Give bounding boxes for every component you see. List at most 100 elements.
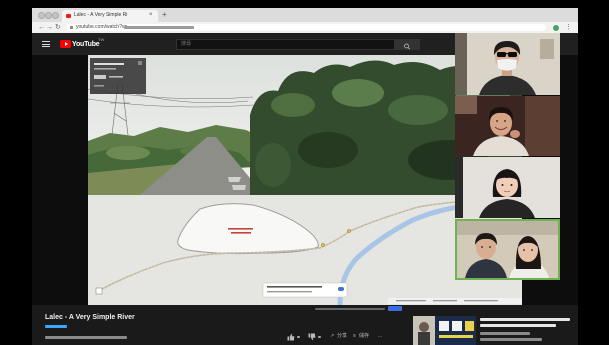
- participant-video: [457, 221, 558, 278]
- thumbnail-caption: [439, 335, 473, 338]
- share-button[interactable]: 分享: [337, 333, 347, 340]
- search-icon-lens: [404, 43, 409, 49]
- browser-menu-icon[interactable]: ⋮: [565, 23, 572, 32]
- panel-menu-icon[interactable]: [138, 61, 142, 65]
- thumbnail-glyph: [465, 321, 474, 331]
- wall-panel: [525, 96, 560, 156]
- tab-close-icon[interactable]: ×: [149, 11, 153, 19]
- back-button[interactable]: ←: [38, 23, 45, 32]
- new-tab-button[interactable]: +: [162, 10, 167, 20]
- caption-badge[interactable]: [388, 306, 402, 311]
- youtube-logo-text[interactable]: YouTube: [72, 40, 100, 49]
- thumbnail-figure-body: [418, 332, 430, 345]
- hamburger-icon-line: [42, 43, 50, 45]
- bush-highlight: [106, 146, 150, 160]
- blurred-text: [464, 300, 498, 302]
- blurred-text: [267, 291, 312, 293]
- blurred-url-rest: [124, 26, 194, 29]
- wall-frame: [540, 39, 554, 59]
- thumbnail-image: [413, 316, 476, 345]
- blurred-text: [94, 68, 116, 70]
- blurred-text: [94, 85, 104, 87]
- save-icon[interactable]: ≡: [353, 333, 356, 340]
- participant-tile-3[interactable]: [455, 157, 560, 218]
- street-view-thumbnail-icon[interactable]: [94, 75, 106, 79]
- blurred-hashtag[interactable]: [45, 325, 67, 328]
- forward-button[interactable]: →: [46, 23, 53, 32]
- blurred-lake-label: [228, 228, 253, 230]
- blurred-text: [109, 76, 123, 78]
- person-hand: [510, 130, 520, 138]
- participant-tile-1[interactable]: [455, 33, 560, 95]
- window-close-button[interactable]: [38, 12, 45, 19]
- person-eye: [510, 184, 513, 186]
- road-marking: [232, 185, 246, 190]
- blurred-view-info: [480, 338, 542, 341]
- participant-tile-2[interactable]: [455, 96, 560, 156]
- blurred-text: [396, 300, 426, 302]
- map-info-toggle[interactable]: [338, 287, 344, 291]
- search-placeholder: 搜尋: [181, 41, 192, 47]
- participant-video: [455, 157, 560, 218]
- person-eye: [481, 246, 483, 248]
- face-mask: [497, 59, 517, 71]
- like-icon[interactable]: [287, 333, 295, 341]
- blurred-dislike-count: [318, 335, 321, 338]
- search-button[interactable]: [395, 39, 420, 50]
- blurred-text: [94, 63, 124, 65]
- person-eye: [504, 120, 506, 122]
- window-zoom-button[interactable]: [52, 12, 59, 19]
- participant-tile-4-active-speaker[interactable]: [455, 219, 560, 280]
- wall: [457, 221, 558, 235]
- save-button[interactable]: 儲存: [359, 333, 369, 340]
- search-icon: [404, 43, 411, 50]
- window-light: [455, 96, 477, 114]
- map-overlay-toggle[interactable]: [95, 287, 103, 295]
- recommended-video-thumbnail[interactable]: [413, 316, 476, 345]
- hamburger-icon[interactable]: [42, 41, 50, 42]
- blurred-lake-label: [231, 232, 251, 234]
- sunglasses-bridge: [505, 53, 509, 55]
- youtube-favicon-icon: [66, 14, 71, 18]
- reload-button[interactable]: ↻: [55, 23, 61, 32]
- blurred-view-count: [45, 336, 127, 339]
- share-icon[interactable]: ↗: [330, 333, 334, 340]
- window-minimize-button[interactable]: [45, 12, 52, 19]
- map-marker[interactable]: [320, 243, 325, 248]
- participant-video: [455, 33, 560, 95]
- thumbnail-figure: [419, 322, 429, 332]
- dislike-icon-cuff: [308, 333, 311, 338]
- tab-title: Lalec - A Very Simple Ri: [74, 12, 128, 18]
- blurred-recommended-title[interactable]: [480, 324, 556, 327]
- like-icon-hand: [289, 333, 295, 341]
- map-info-card[interactable]: [262, 282, 348, 298]
- person-eye: [523, 249, 525, 251]
- region-code: TW: [98, 37, 105, 42]
- dislike-icon[interactable]: [308, 333, 316, 341]
- search-icon-handle: [407, 47, 411, 50]
- thumbnail-glyph: [452, 321, 462, 331]
- person-eye: [496, 120, 498, 122]
- sunglasses: [497, 52, 506, 57]
- like-icon-cuff: [287, 336, 290, 341]
- lock-icon: [70, 26, 73, 29]
- road-marking: [228, 177, 241, 182]
- blurred-like-count: [297, 335, 300, 338]
- map-marker[interactable]: [347, 229, 352, 234]
- hamburger-icon-line: [42, 46, 50, 47]
- participant-video: [455, 96, 560, 156]
- search-input[interactable]: [176, 39, 395, 50]
- person-eye: [501, 184, 504, 186]
- thumbnail-glyph: [439, 321, 449, 331]
- video-title: Lalec - A Very Simple River: [45, 314, 135, 321]
- extension-icon[interactable]: [553, 24, 559, 31]
- more-icon[interactable]: ...: [378, 333, 382, 340]
- person-eye: [489, 246, 491, 248]
- tile-edge: [455, 157, 463, 218]
- blurred-recommended-title[interactable]: [480, 318, 570, 321]
- url-text: youtube.com/watch?v=: [76, 24, 128, 30]
- door-frame: [455, 33, 467, 95]
- blurred-text: [267, 286, 322, 288]
- person-eye: [531, 249, 533, 251]
- blurred-text: [433, 300, 457, 302]
